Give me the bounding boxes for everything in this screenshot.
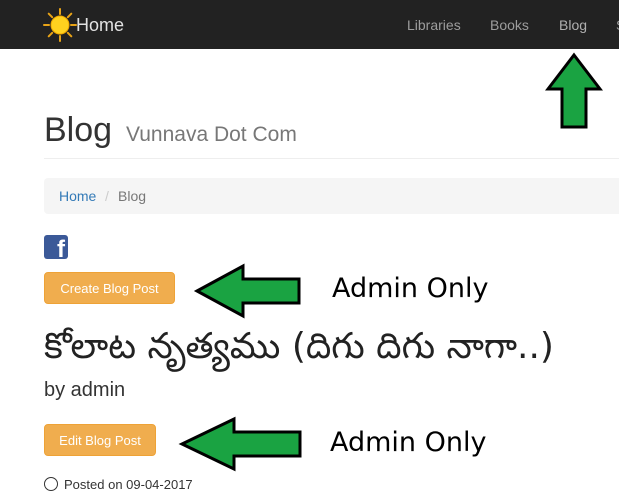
facebook-icon[interactable]: f [44, 235, 68, 259]
nav-link-libraries[interactable]: Libraries [407, 16, 461, 34]
breadcrumb-home-link[interactable]: Home [59, 188, 96, 204]
nav-link-books[interactable]: Books [490, 16, 529, 34]
post-byline: by admin [44, 379, 126, 401]
facebook-glyph: f [57, 236, 65, 260]
create-blog-post-button[interactable]: Create Blog Post [44, 272, 175, 304]
breadcrumb-separator: / [105, 188, 109, 204]
admin-only-label: Admin Only [332, 273, 489, 304]
page-title: Blog [44, 111, 113, 149]
admin-only-label: Admin Only [330, 427, 487, 458]
sun-logo-icon [43, 8, 77, 42]
left-arrow-annotation-edit [178, 416, 302, 472]
nav-link-blog[interactable]: Blog [559, 16, 587, 34]
page-header: Blog Vunnava Dot Com [44, 110, 619, 159]
clock-icon [44, 477, 58, 491]
left-arrow-annotation-create [193, 263, 301, 319]
breadcrumb-current: Blog [118, 188, 147, 204]
post-title: కోలాట నృత్యము (దిగు దిగు నాగా..) [44, 326, 554, 367]
brand-text: Home [76, 15, 125, 35]
page-subtitle: Vunnava Dot Com [126, 123, 297, 146]
edit-blog-post-button[interactable]: Edit Blog Post [44, 424, 156, 456]
brand-home-link[interactable]: Home [43, 8, 125, 42]
breadcrumb: Home / Blog [44, 178, 619, 214]
top-navbar: Home Libraries Books Blog S [0, 0, 619, 49]
